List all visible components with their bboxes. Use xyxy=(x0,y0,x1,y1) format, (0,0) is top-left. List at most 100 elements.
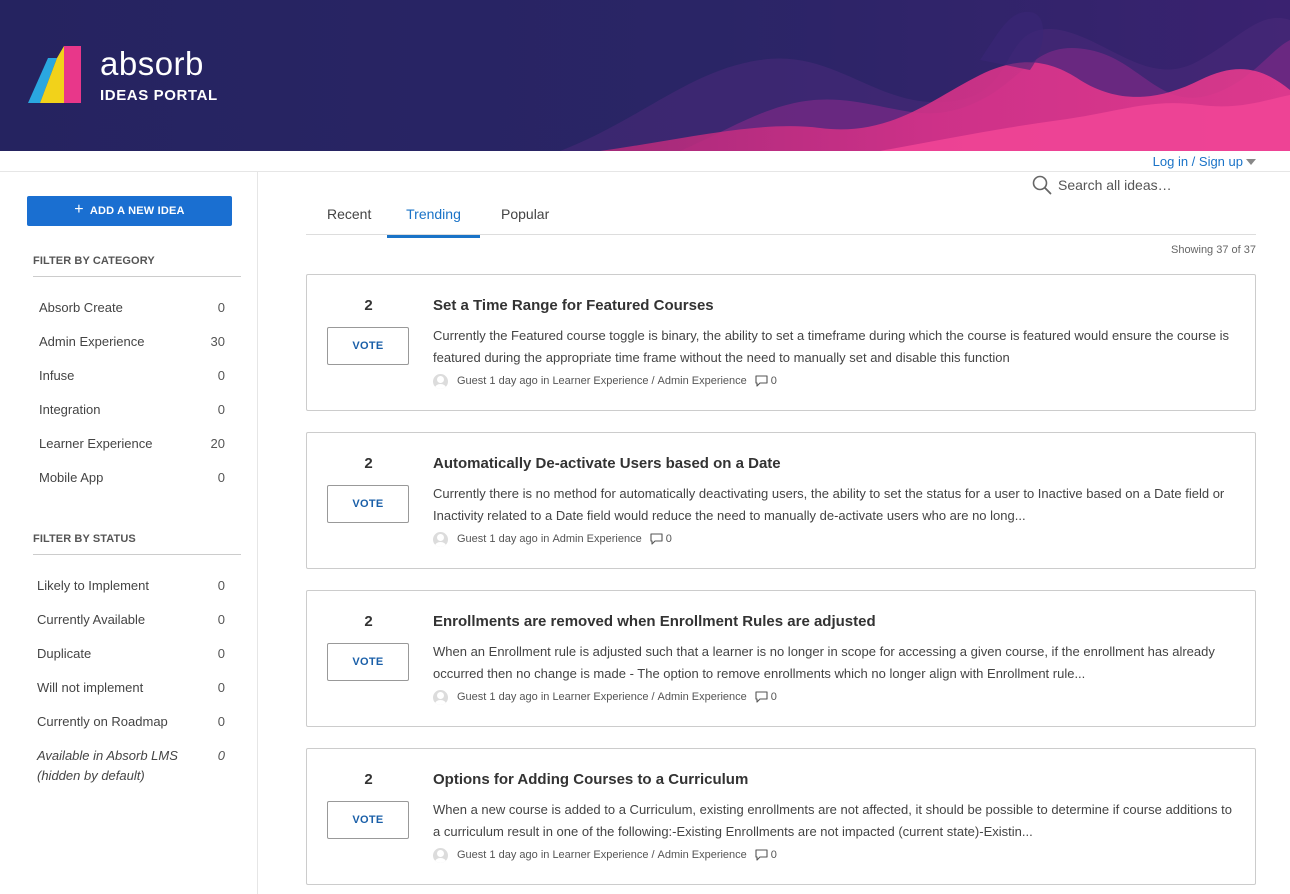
comments-link[interactable]: 0 xyxy=(650,533,672,545)
idea-time: 1 day ago xyxy=(489,849,538,861)
category-count: 0 xyxy=(217,470,225,485)
comments-link[interactable]: 0 xyxy=(755,691,777,703)
status-count: 0 xyxy=(217,748,225,763)
idea-category-link[interactable]: Admin Experience xyxy=(658,691,747,703)
vote-count: 2 xyxy=(364,455,373,472)
header-banner: absorb IDEAS PORTAL xyxy=(0,0,1290,151)
idea-author: Guest xyxy=(457,375,487,387)
absorb-logo[interactable]: absorb IDEAS PORTAL xyxy=(28,46,218,105)
status-filter-item[interactable]: Likely to Implement 0 xyxy=(33,578,228,612)
search-box[interactable] xyxy=(1032,172,1256,198)
comment-count: 0 xyxy=(770,849,777,861)
sort-tabs: Recent Trending Popular xyxy=(306,202,1256,238)
add-new-idea-button[interactable]: + ADD A NEW IDEA xyxy=(27,196,232,226)
category-separator: / xyxy=(651,691,655,703)
search-icon xyxy=(1032,175,1052,195)
vote-button[interactable]: VOTE xyxy=(327,643,409,681)
vote-button[interactable]: VOTE xyxy=(327,327,409,365)
status-count: 0 xyxy=(217,578,225,593)
comments-link[interactable]: 0 xyxy=(755,375,777,387)
category-filter-item[interactable]: Infuse 0 xyxy=(33,368,228,402)
idea-card: 2 VOTE Set a Time Range for Featured Cou… xyxy=(306,274,1256,411)
category-filter-item[interactable]: Integration 0 xyxy=(33,402,228,436)
idea-card: 2 VOTE Enrollments are removed when Enro… xyxy=(306,590,1256,727)
idea-in: in xyxy=(540,533,550,545)
category-count: 30 xyxy=(210,334,225,349)
login-signup-link[interactable]: Log in / Sign up xyxy=(1153,154,1256,169)
idea-title[interactable]: Automatically De-activate Users based on… xyxy=(433,455,781,472)
category-filter-item[interactable]: Absorb Create 0 xyxy=(33,300,228,334)
comment-icon xyxy=(650,533,663,545)
vote-count: 2 xyxy=(364,613,373,630)
status-count: 0 xyxy=(217,680,225,695)
filter-by-category-heading: FILTER BY CATEGORY xyxy=(33,255,241,277)
idea-time: 1 day ago xyxy=(489,533,538,545)
search-input[interactable] xyxy=(1058,177,1248,193)
vote-button[interactable]: VOTE xyxy=(327,801,409,839)
category-count: 0 xyxy=(217,300,225,315)
idea-title[interactable]: Options for Adding Courses to a Curricul… xyxy=(433,771,748,788)
comment-count: 0 xyxy=(770,375,777,387)
comments-link[interactable]: 0 xyxy=(755,849,777,861)
login-signup-label: Log in / Sign up xyxy=(1152,154,1243,169)
category-filter-item[interactable]: Learner Experience 20 xyxy=(33,436,228,470)
idea-category-link[interactable]: Admin Experience xyxy=(552,533,641,545)
category-label: Mobile App xyxy=(39,470,104,485)
category-count: 20 xyxy=(210,436,225,451)
idea-title[interactable]: Set a Time Range for Featured Courses xyxy=(433,297,714,314)
category-label: Learner Experience xyxy=(39,436,153,451)
idea-category-link[interactable]: Learner Experience xyxy=(552,691,648,703)
idea-time: 1 day ago xyxy=(489,375,538,387)
idea-card: 2 VOTE Options for Adding Courses to a C… xyxy=(306,748,1256,885)
status-label: Available in Absorb LMS (hidden by defau… xyxy=(37,748,178,783)
comment-count: 0 xyxy=(665,533,672,545)
category-label: Infuse xyxy=(39,368,75,383)
category-filter-item[interactable]: Admin Experience 30 xyxy=(33,334,228,368)
add-new-idea-label: ADD A NEW IDEA xyxy=(89,205,185,217)
vote-button[interactable]: VOTE xyxy=(327,485,409,523)
status-label: Likely to Implement xyxy=(37,578,149,593)
status-count: 0 xyxy=(217,612,225,627)
idea-category-link[interactable]: Learner Experience xyxy=(552,375,648,387)
category-separator: / xyxy=(651,375,655,387)
idea-time: 1 day ago xyxy=(489,691,538,703)
chevron-down-icon xyxy=(1246,159,1256,165)
tab-recent[interactable]: Recent xyxy=(327,206,371,235)
absorb-logo-icon xyxy=(28,46,81,103)
idea-title[interactable]: Enrollments are removed when Enrollment … xyxy=(433,613,876,630)
status-count: 0 xyxy=(217,714,225,729)
status-filter-item[interactable]: Available in Absorb LMS (hidden by defau… xyxy=(33,748,228,792)
idea-meta: Guest 1 day ago in Learner Experience / Ad… xyxy=(433,847,777,863)
top-bar: Log in / Sign up xyxy=(0,151,1290,172)
status-filter-item[interactable]: Duplicate 0 xyxy=(33,646,228,680)
vote-count: 2 xyxy=(364,771,373,788)
status-label: Will not implement xyxy=(37,680,144,695)
idea-meta: Guest 1 day ago in Admin Experience 0 xyxy=(433,531,672,547)
avatar xyxy=(433,373,448,389)
idea-in: in xyxy=(540,849,550,861)
tab-trending[interactable]: Trending xyxy=(387,206,480,238)
avatar xyxy=(433,689,448,705)
idea-author: Guest xyxy=(457,849,487,861)
status-count: 0 xyxy=(217,646,225,661)
idea-card: 2 VOTE Automatically De-activate Users b… xyxy=(306,432,1256,569)
sidebar: + ADD A NEW IDEA FILTER BY CATEGORY Abso… xyxy=(0,172,258,894)
idea-category-link[interactable]: Learner Experience xyxy=(552,849,648,861)
tab-popular[interactable]: Popular xyxy=(501,206,549,235)
idea-meta: Guest 1 day ago in Learner Experience / Ad… xyxy=(433,689,777,705)
comment-icon xyxy=(755,375,768,387)
idea-author: Guest xyxy=(457,533,487,545)
status-filter-list: Likely to Implement 0 Currently Availabl… xyxy=(33,578,228,792)
idea-description: When an Enrollment rule is adjusted such… xyxy=(433,644,1215,681)
idea-category-link[interactable]: Admin Experience xyxy=(658,375,747,387)
category-filter-item[interactable]: Mobile App 0 xyxy=(33,470,228,504)
idea-category-link[interactable]: Admin Experience xyxy=(658,849,747,861)
results-count: Showing 37 of 37 xyxy=(1170,244,1256,256)
status-filter-item[interactable]: Currently Available 0 xyxy=(33,612,228,646)
status-filter-item[interactable]: Will not implement 0 xyxy=(33,680,228,714)
status-label: Currently Available xyxy=(37,612,146,627)
avatar xyxy=(433,847,448,863)
status-filter-item[interactable]: Currently on Roadmap 0 xyxy=(33,714,228,748)
category-filter-list: Absorb Create 0 Admin Experience 30 Infu… xyxy=(33,300,228,504)
category-label: Admin Experience xyxy=(39,334,145,349)
